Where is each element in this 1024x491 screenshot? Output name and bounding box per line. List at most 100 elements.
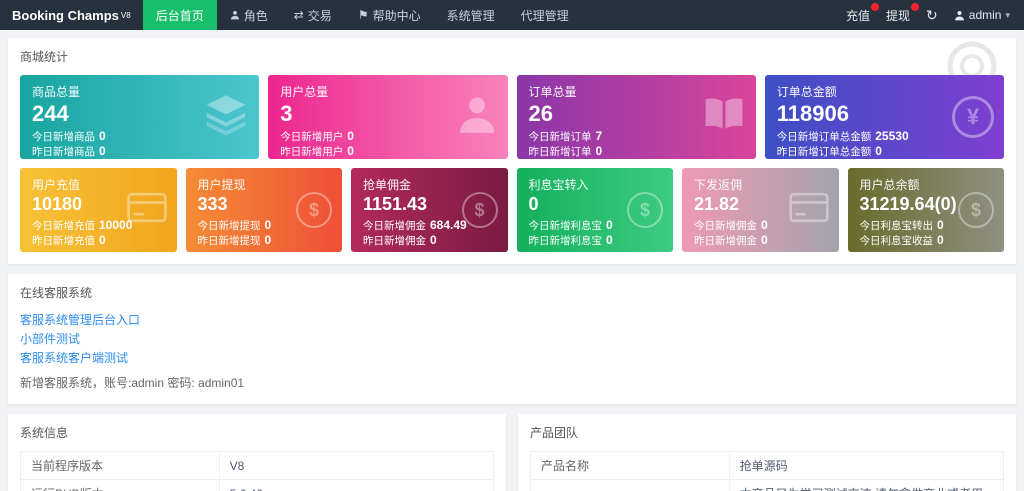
- stats-row-primary: 商品总量 244 今日新增商品0 昨日新增商品0 用户总量 3 今日新增用户0 …: [20, 75, 1004, 159]
- table-row: 运行PHP版本 5.6.40: [21, 480, 494, 491]
- stat-value: 1151.43: [363, 194, 496, 215]
- stat-value: 0: [529, 194, 662, 215]
- service-account-note: 新增客服系统，账号:admin 密码: admin01: [20, 374, 1004, 392]
- menu-item-dashboard[interactable]: 后台首页: [143, 0, 217, 30]
- stat-sub-yesterday: 昨日新增用户0: [280, 144, 495, 159]
- stat-value: 333: [198, 194, 331, 215]
- chevron-down-icon: ▾: [1005, 10, 1010, 21]
- stat-card-content: 用户总量 3 今日新增用户0 昨日新增用户0: [280, 83, 495, 159]
- stats-panel-title: 商城统计: [20, 48, 1004, 65]
- info-label: 运行PHP版本: [21, 480, 220, 491]
- menu-label: 代理管理: [521, 7, 569, 24]
- stat-sub-value: 0: [606, 218, 613, 232]
- withdraw-link[interactable]: 提现: [886, 7, 910, 24]
- product-team-panel: 产品团队 产品名称 抢单源码 产品说明 本产品只为学习测试交流,请勿拿做商业或者…: [518, 414, 1016, 491]
- stat-sub-yesterday: 昨日新增利息宝0: [529, 233, 662, 248]
- stat-card-order-amount: 订单总金额 118906 今日新增订单总金额25530 昨日新增订单总金额0 ¥: [765, 75, 1004, 159]
- info-label: 产品名称: [531, 452, 730, 480]
- brand-logo[interactable]: Booking Champs V8: [0, 0, 143, 30]
- stat-sub-value: 0: [596, 144, 603, 158]
- stat-card-recharge: 用户充值 10180 今日新增充值10000 昨日新增充值0: [20, 168, 177, 252]
- stat-sub-today: 今日新增佣金0: [694, 218, 827, 233]
- menu-label: 帮助中心: [373, 7, 421, 24]
- stat-card-users: 用户总量 3 今日新增用户0 昨日新增用户0: [268, 75, 507, 159]
- stat-card-products: 商品总量 244 今日新增商品0 昨日新增商品0: [20, 75, 259, 159]
- stat-sub-value: 0: [761, 218, 768, 232]
- menu-item-roles[interactable]: 角色: [217, 0, 281, 30]
- withdraw-badge-dot: [911, 3, 919, 11]
- menu-item-help-center[interactable]: ⚑ 帮助中心: [345, 0, 434, 30]
- service-client-test-link[interactable]: 客服系统客户端测试: [20, 349, 1004, 368]
- info-value: 5.6.40: [219, 480, 493, 491]
- stat-sub-yesterday: 昨日新增充值 0: [32, 233, 165, 248]
- stat-sub-label: 昨日新增充值: [32, 234, 95, 248]
- recharge-badge-dot: [871, 3, 879, 11]
- stat-label: 商品总量: [32, 83, 247, 100]
- top-navbar: Booking Champs V8 后台首页 角色 ⇄ 交易 ⚑ 帮助中心 系统…: [0, 0, 1024, 30]
- system-info-table: 当前程序版本 V8 运行PHP版本 5.6.40 ThinkPHP版本 5.1.…: [20, 451, 494, 491]
- stat-card-content: 商品总量 244 今日新增商品0 昨日新增商品0: [32, 83, 247, 159]
- system-info-panel: 系统信息 当前程序版本 V8 运行PHP版本 5.6.40 ThinkPHP版本…: [8, 414, 506, 491]
- menu-item-transactions[interactable]: ⇄ 交易: [281, 0, 345, 30]
- user-icon: [230, 10, 240, 20]
- table-row: 当前程序版本 V8: [21, 452, 494, 480]
- stat-sub-yesterday: 今日利息宝收益0: [860, 233, 993, 248]
- stat-sub-value: 0: [99, 233, 106, 247]
- stat-sub-label: 今日新增充值: [32, 219, 95, 233]
- stat-sub-value: 0: [265, 233, 272, 247]
- service-admin-entry-link[interactable]: 客服系统管理后台入口: [20, 311, 1004, 330]
- stat-card-commission: 抢单佣金 1151.43 今日新增佣金684.49 昨日新增佣金0 $: [351, 168, 508, 252]
- bottom-section: 系统信息 当前程序版本 V8 运行PHP版本 5.6.40 ThinkPHP版本…: [8, 414, 1016, 491]
- recharge-label: 充值: [846, 9, 870, 23]
- stat-sub-label: 昨日新增订单总金额: [777, 145, 872, 159]
- stat-sub-value: 0: [347, 129, 354, 143]
- recharge-link[interactable]: 充值: [846, 7, 870, 24]
- menu-label: 交易: [308, 7, 332, 24]
- stat-sub-today: 今日利息宝转出0: [860, 218, 993, 233]
- stat-sub-yesterday: 昨日新增提现 0: [198, 233, 331, 248]
- stat-sub-label: 今日新增利息宝: [529, 219, 603, 233]
- stat-card-interest-in: 利息宝转入 0 今日新增利息宝0 昨日新增利息宝0 $: [517, 168, 674, 252]
- info-label: 产品说明: [531, 480, 730, 491]
- menu-item-system-mgmt[interactable]: 系统管理: [434, 0, 508, 30]
- stat-sub-value: 0: [761, 233, 768, 247]
- system-info-title: 系统信息: [20, 424, 494, 441]
- brand-text: Booking Champs: [12, 8, 119, 23]
- stat-sub-label: 今日新增订单总金额: [777, 130, 872, 144]
- menu-label: 后台首页: [156, 7, 204, 24]
- stat-sub-yesterday: 昨日新增商品0: [32, 144, 247, 159]
- stat-sub-value: 25530: [875, 129, 908, 143]
- stat-sub-today: 今日新增订单7: [529, 129, 744, 144]
- admin-dropdown[interactable]: admin ▾: [954, 8, 1010, 22]
- product-team-title: 产品团队: [530, 424, 1004, 441]
- stat-card-rebate: 下发返佣 21.82 今日新增佣金0 昨日新增佣金0: [682, 168, 839, 252]
- stat-sub-yesterday: 昨日新增订单总金额0: [777, 144, 992, 159]
- stat-sub-yesterday: 昨日新增佣金0: [363, 233, 496, 248]
- admin-username: admin: [969, 8, 1002, 22]
- stat-label: 用户充值: [32, 176, 165, 193]
- stat-sub-label: 昨日新增提现: [198, 234, 261, 248]
- stat-sub-value: 0: [265, 218, 272, 232]
- service-panel-title: 在线客服系统: [20, 284, 1004, 301]
- navbar-right: 充值 提现 ↻ admin ▾: [846, 0, 1024, 30]
- stat-card-content: 用户提现 333 今日新增提现0 昨日新增提现0: [198, 176, 331, 248]
- service-panel: 在线客服系统 客服系统管理后台入口 小部件测试 客服系统客户端测试 新增客服系统…: [8, 274, 1016, 404]
- stat-sub-today: 今日新增佣金684.49: [363, 218, 496, 233]
- stat-sub-today: 今日新增订单总金额25530: [777, 129, 992, 144]
- stat-sub-label: 昨日新增用户: [280, 145, 343, 159]
- stat-value: 31219.64(0): [860, 194, 993, 215]
- flag-icon: ⚑: [358, 8, 369, 22]
- stat-card-total-balance: 用户总余额 31219.64(0) 今日利息宝转出0 今日利息宝收益0 $: [848, 168, 1005, 252]
- stat-sub-value: 7: [596, 129, 603, 143]
- user-icon: [954, 10, 965, 21]
- stat-sub-label: 昨日新增利息宝: [529, 234, 603, 248]
- stat-sub-value: 0: [430, 233, 437, 247]
- info-value: 抢单源码: [729, 452, 1003, 480]
- stat-label: 订单总金额: [777, 83, 992, 100]
- main-menu: 后台首页 角色 ⇄ 交易 ⚑ 帮助中心 系统管理 代理管理: [143, 0, 582, 30]
- table-row: 产品说明 本产品只为学习测试交流,请勿拿做商业或者用于违法行为,一切后果自负: [531, 480, 1004, 491]
- menu-item-agent-mgmt[interactable]: 代理管理: [508, 0, 582, 30]
- exchange-icon: ⇄: [294, 8, 304, 22]
- refresh-icon[interactable]: ↻: [926, 7, 938, 24]
- widget-test-link[interactable]: 小部件测试: [20, 330, 1004, 349]
